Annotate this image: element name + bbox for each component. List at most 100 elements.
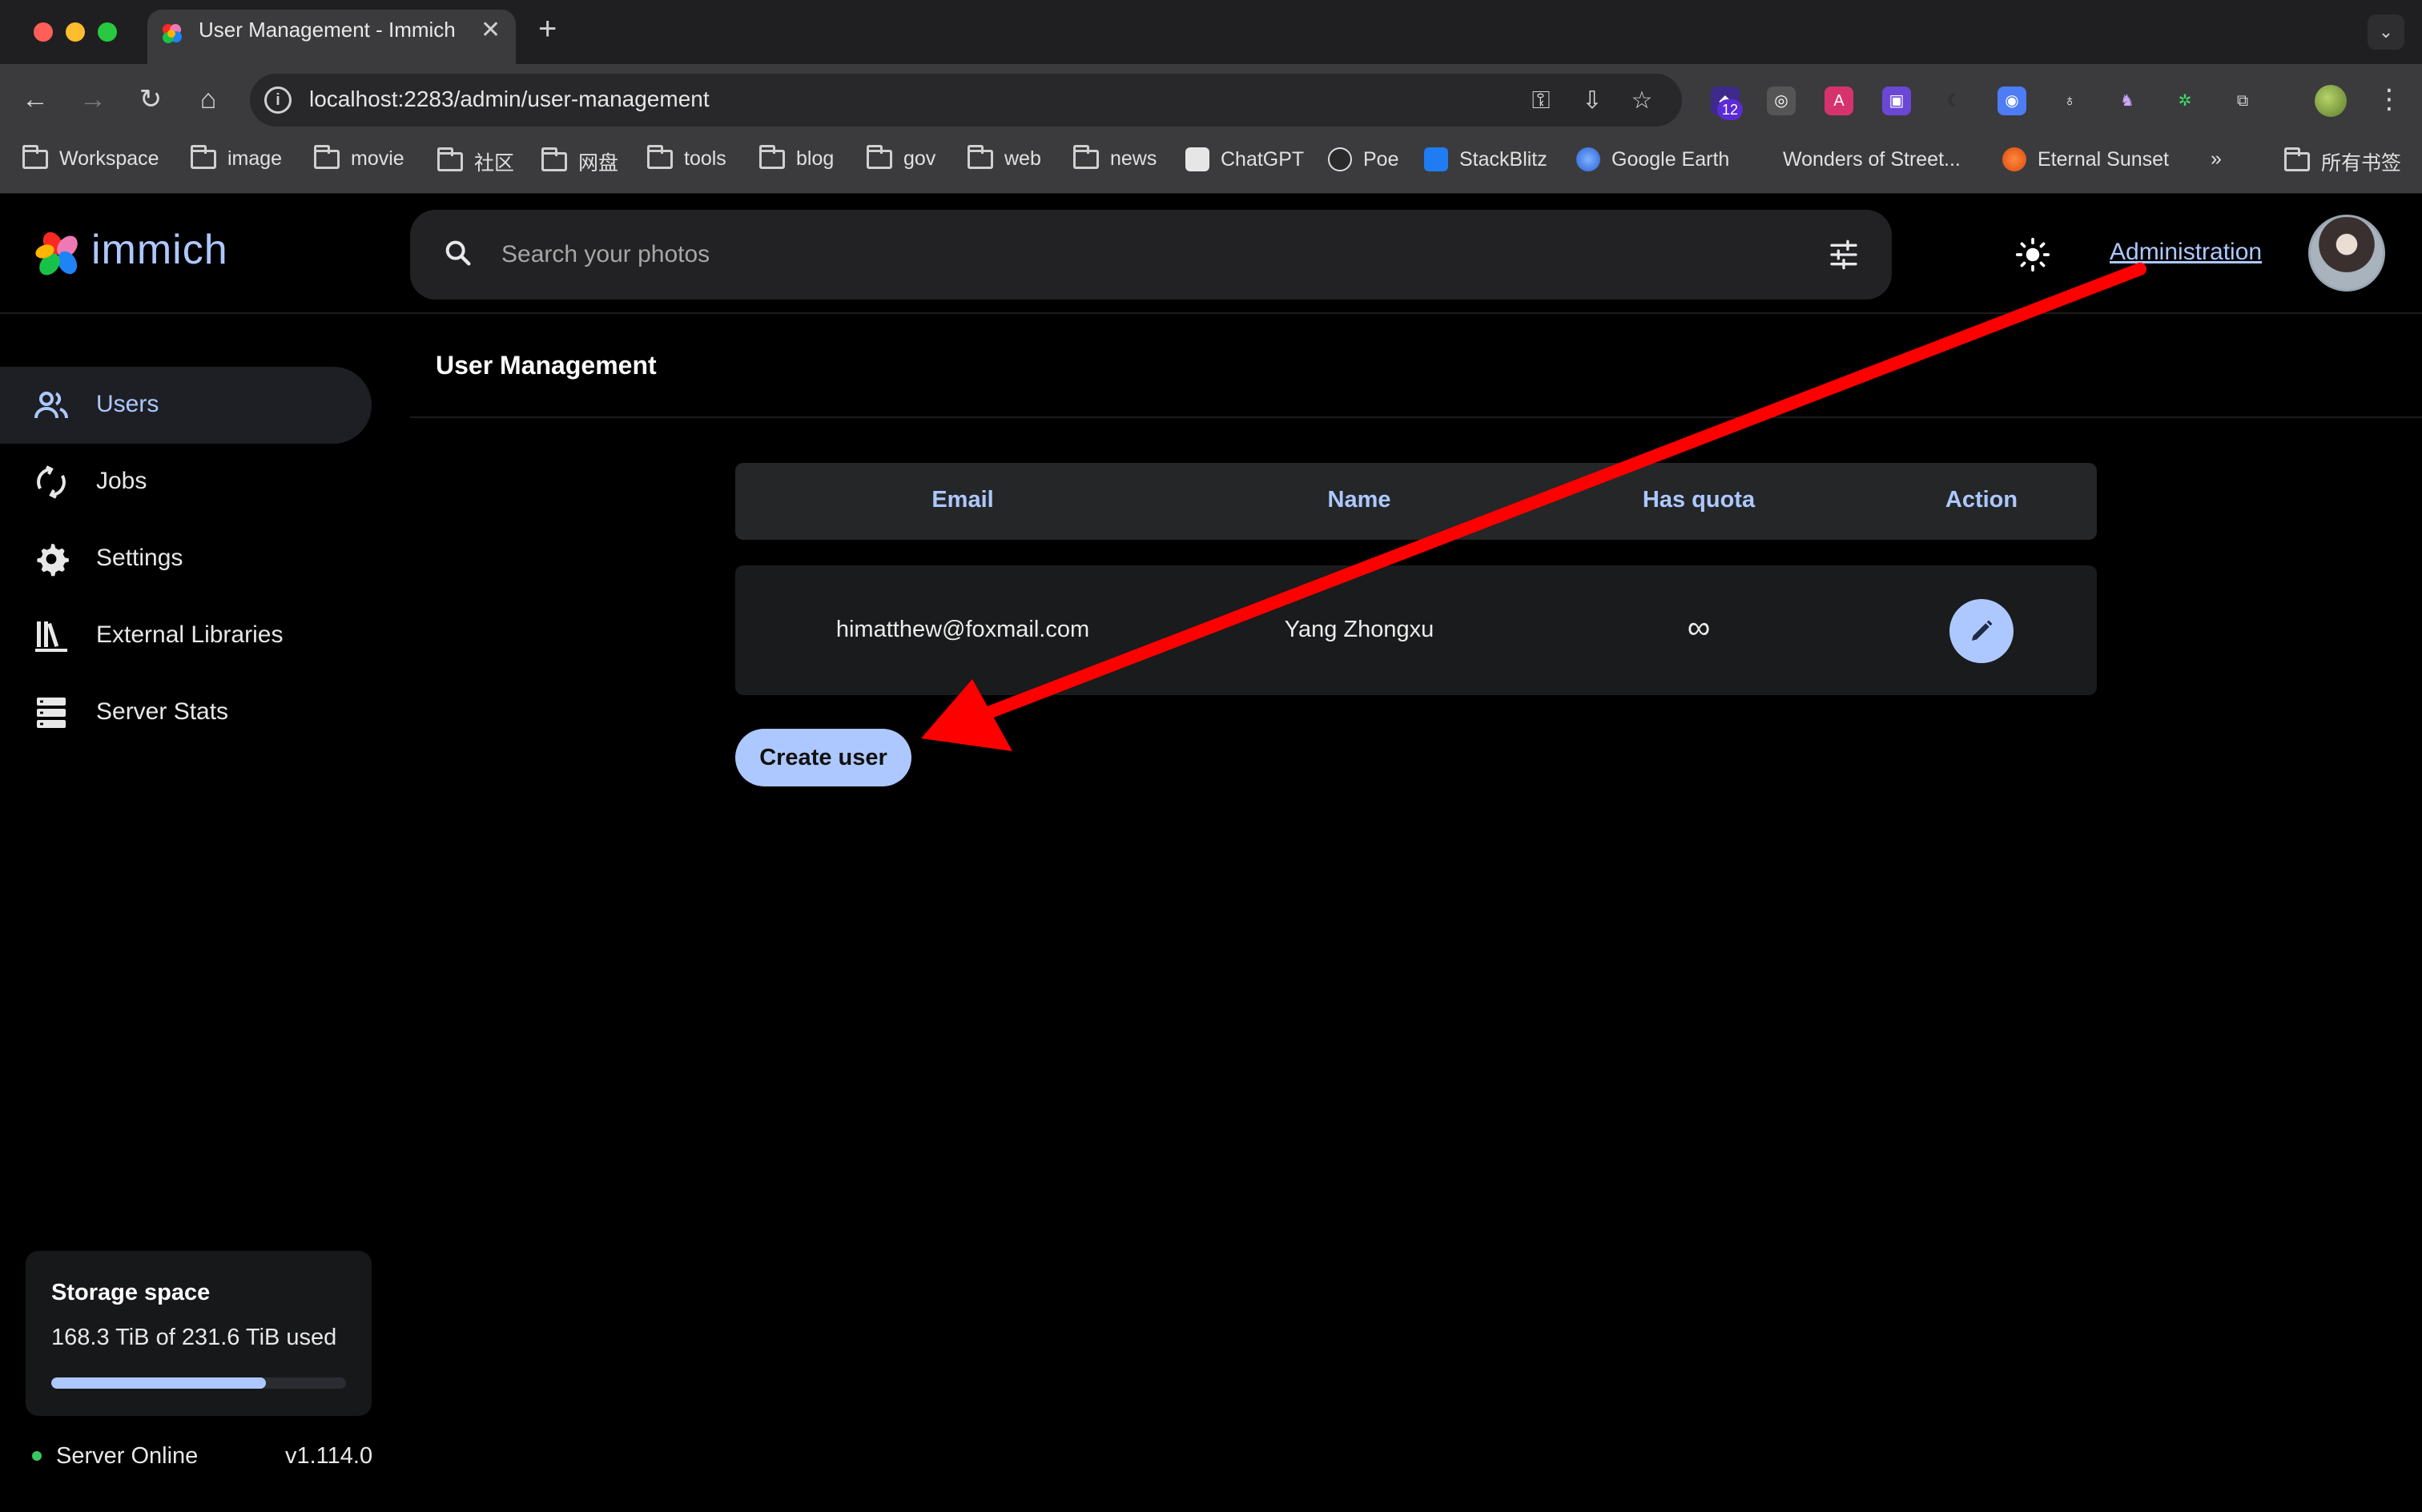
wonders-icon xyxy=(1760,147,1772,171)
google-earth-icon xyxy=(1576,147,1600,171)
browser-menu-icon[interactable]: ⋮ xyxy=(2376,83,2403,115)
administration-link[interactable]: Administration xyxy=(2110,239,2262,266)
column-header-action: Action xyxy=(1945,487,2018,513)
bookmark-folder[interactable]: 网盘 xyxy=(541,147,618,176)
chatgpt-icon xyxy=(1185,147,1209,171)
user-avatar[interactable] xyxy=(2308,215,2385,292)
bookmark-folder[interactable]: Workspace xyxy=(22,144,159,171)
maximize-window-button[interactable] xyxy=(98,22,117,42)
browser-profile-avatar[interactable] xyxy=(2315,85,2347,117)
sidebar-item-server-stats[interactable]: Server Stats xyxy=(0,674,372,751)
folder-icon xyxy=(647,144,673,169)
sidebar-item-users[interactable]: Users xyxy=(0,367,372,444)
sidebar-item-settings[interactable]: Settings xyxy=(0,521,372,597)
bookmark-chatgpt[interactable]: ChatGPT xyxy=(1185,147,1304,171)
server-online-dot-icon xyxy=(32,1451,42,1461)
new-tab-button[interactable]: + xyxy=(538,11,557,47)
bookmark-folder[interactable]: blog xyxy=(759,144,834,171)
bookmark-google-earth[interactable]: Google Earth xyxy=(1576,147,1729,171)
address-bar-url[interactable]: localhost:2283/admin/user-management xyxy=(309,86,710,112)
bookmark-folder[interactable]: news xyxy=(1073,144,1157,171)
minimize-window-button[interactable] xyxy=(66,22,85,42)
title-divider xyxy=(410,416,2422,418)
sunset-icon xyxy=(2002,147,2026,171)
folder-icon xyxy=(759,144,785,169)
users-icon xyxy=(34,392,68,419)
tab-search-chevron-icon[interactable]: ⌄ xyxy=(2368,14,2404,50)
forward-arrow-icon[interactable]: → xyxy=(77,83,109,115)
bookmark-folder[interactable]: image xyxy=(191,144,282,171)
folder-icon xyxy=(191,144,216,169)
sidebar-item-jobs[interactable]: Jobs xyxy=(0,444,372,521)
extension-star-icon[interactable]: ✲ xyxy=(2171,86,2199,115)
folder-icon xyxy=(968,144,993,169)
extension-shield-icon[interactable]: ▣ xyxy=(1882,86,1911,115)
extension-cat-icon[interactable]: ♞ xyxy=(2113,86,2142,115)
bookmark-folder[interactable]: web xyxy=(968,144,1041,171)
bookmark-folder[interactable]: tools xyxy=(647,144,726,171)
extension-glasses-icon[interactable]: ◎ xyxy=(1767,86,1796,115)
reload-icon[interactable]: ↻ xyxy=(135,83,167,115)
folder-icon xyxy=(541,147,567,171)
sidebar-item-label: External Libraries xyxy=(96,621,284,648)
create-user-button[interactable]: Create user xyxy=(735,729,911,786)
sidebar-item-label: Server Stats xyxy=(96,698,229,725)
extension-circle-icon[interactable]: ◉ xyxy=(1998,86,2026,115)
sync-icon xyxy=(37,465,66,499)
all-bookmarks-folder[interactable]: 所有书签 xyxy=(2284,147,2401,176)
logo-text[interactable]: immich xyxy=(91,226,228,274)
poe-icon xyxy=(1328,147,1352,171)
stackblitz-icon xyxy=(1424,147,1448,171)
bookmarks-overflow-button[interactable]: » xyxy=(2211,147,2222,171)
column-header-name: Name xyxy=(1327,487,1391,513)
search-input[interactable] xyxy=(501,232,1783,277)
immich-logo-icon[interactable] xyxy=(32,229,83,280)
back-arrow-icon[interactable]: ← xyxy=(19,83,51,115)
server-version[interactable]: v1.114.0 xyxy=(285,1443,372,1470)
folder-icon xyxy=(437,147,463,171)
bookmark-folder[interactable]: movie xyxy=(314,144,404,171)
extension-bulb-icon[interactable]: ♁ xyxy=(2055,86,2084,115)
user-email: himatthew@foxmail.com xyxy=(835,617,1090,642)
search-icon[interactable] xyxy=(442,237,474,269)
storage-progress-bar xyxy=(51,1377,346,1389)
storage-usage: 168.3 TiB of 231.6 TiB used xyxy=(51,1325,337,1350)
tab-close-icon[interactable]: ✕ xyxy=(481,16,501,44)
bookmark-folder[interactable]: gov xyxy=(867,144,935,171)
bookmark-star-icon[interactable]: ☆ xyxy=(1627,86,1656,115)
sidebar-item-label: Users xyxy=(96,391,159,417)
tab-title: User Management - Immich xyxy=(199,18,456,42)
site-info-icon[interactable]: i xyxy=(264,86,292,114)
bookmark-folder[interactable]: 社区 xyxy=(437,147,514,176)
folder-icon xyxy=(314,144,340,169)
search-options-icon[interactable] xyxy=(1828,239,1860,271)
folder-icon xyxy=(867,144,892,169)
column-header-email: Email xyxy=(931,487,994,513)
server-icon xyxy=(37,698,66,728)
password-key-icon[interactable]: ⚿ xyxy=(1527,86,1555,115)
extension-translate-icon[interactable]: A xyxy=(1825,86,1853,115)
theme-toggle-sun-icon[interactable] xyxy=(2015,237,2050,272)
close-window-button[interactable] xyxy=(34,22,53,42)
sidebar-item-external-libraries[interactable]: External Libraries xyxy=(0,597,372,674)
server-status: Server Online xyxy=(56,1443,199,1469)
immich-favicon-icon xyxy=(163,24,182,43)
extension-badge: 12 xyxy=(1717,99,1743,120)
library-icon xyxy=(35,621,67,652)
pencil-icon xyxy=(1972,620,1993,641)
sidebar-item-label: Settings xyxy=(96,545,183,571)
extensions-puzzle-icon[interactable]: ⧉ xyxy=(2228,86,2257,115)
page-title: User Management xyxy=(436,351,657,380)
bookmark-poe[interactable]: Poe xyxy=(1328,147,1398,171)
storage-progress-fill xyxy=(51,1377,266,1389)
gear-icon xyxy=(37,544,69,577)
sidebar-item-label: Jobs xyxy=(96,468,147,494)
bookmark-wonders[interactable]: Wonders of Street... xyxy=(1760,147,1961,171)
extension-moon-icon[interactable]: ☾ xyxy=(1940,86,1969,115)
home-icon[interactable]: ⌂ xyxy=(192,83,224,115)
bookmark-stackblitz[interactable]: StackBlitz xyxy=(1424,147,1547,171)
bookmark-eternal-sunset[interactable]: Eternal Sunset xyxy=(2002,147,2169,171)
edit-user-button[interactable] xyxy=(1949,599,2014,663)
folder-icon xyxy=(22,144,48,169)
install-app-icon[interactable]: ⇩ xyxy=(1578,86,1607,115)
